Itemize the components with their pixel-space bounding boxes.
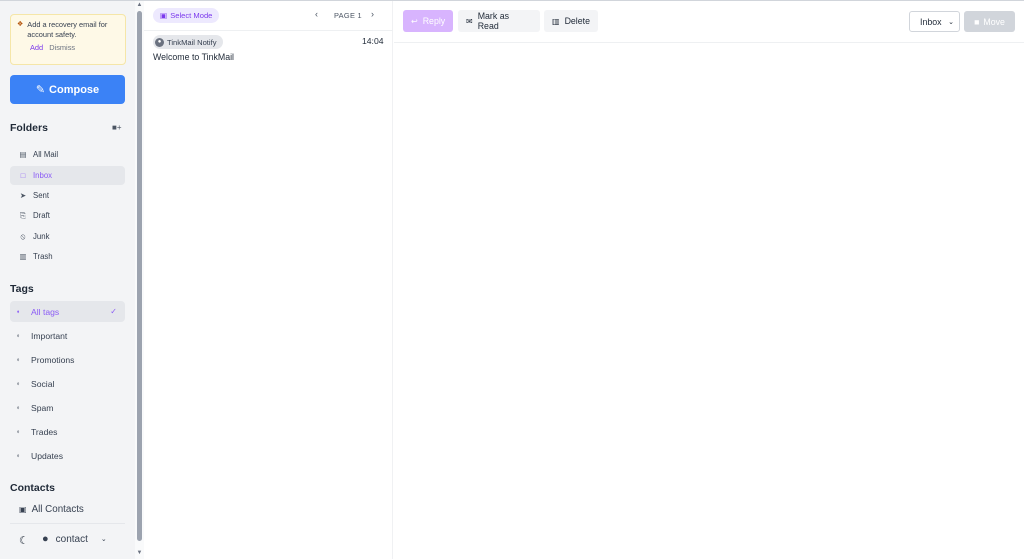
tag-label: Trades (31, 426, 58, 437)
tag-icon: ⬫ (17, 378, 20, 388)
compose-label: Compose (49, 83, 100, 96)
tag-updates[interactable]: ⬫ Updates (10, 445, 125, 466)
folder-plus-icon[interactable]: ■+ (112, 123, 122, 132)
move-button[interactable]: ■ Move (964, 11, 1015, 32)
tags-icon: ⬪ (17, 306, 20, 316)
compose-button[interactable]: ✎ Compose (10, 75, 125, 104)
tag-icon: ⬫ (17, 426, 20, 436)
scroll-up-arrow-icon[interactable]: ▲ (136, 2, 143, 8)
tag-promotions[interactable]: ⬫ Promotions (10, 349, 125, 370)
shield-icon: ❖ (17, 21, 24, 28)
user-menu-button[interactable]: ● contact ⌄ (42, 533, 107, 545)
tag-icon: ⬫ (17, 354, 20, 364)
tags-heading: Tags (10, 283, 34, 295)
message-subject: Welcome to TinkMail (153, 52, 234, 62)
tag-icon: ⬫ (17, 450, 20, 460)
reply-label: Reply (422, 16, 446, 26)
trash-icon: ▥ (552, 16, 560, 26)
draft-icon: ⎘ (20, 210, 26, 220)
folder-label: Inbox (33, 171, 53, 180)
check-icon: ✓ (110, 307, 117, 316)
envelope-open-icon: ✉ (466, 16, 473, 26)
mail-app: ❖ Add a recovery email for account safet… (0, 0, 1024, 559)
tag-trades[interactable]: ⬫ Trades (10, 421, 125, 442)
tag-label: Promotions (31, 354, 75, 365)
reply-arrow-icon: ↩ (411, 16, 418, 26)
user-label: contact (55, 533, 88, 545)
sender-avatar-icon: ● (155, 37, 164, 47)
tag-icon: ⬫ (17, 402, 20, 412)
folder-junk[interactable]: ⦸ Junk (10, 227, 125, 246)
user-avatar-icon: ● (42, 533, 49, 545)
sidebar: ❖ Add a recovery email for account safet… (0, 1, 135, 559)
send-icon: ➤ (19, 191, 27, 200)
all-contacts-label: All Contacts (31, 504, 84, 515)
folder-inbox[interactable]: □ Inbox (10, 166, 125, 185)
delete-button[interactable]: ▥ Delete (544, 10, 598, 32)
tag-spam[interactable]: ⬫ Spam (10, 397, 125, 418)
chevron-down-icon: ⌄ (948, 18, 954, 26)
folder-label: Draft (33, 211, 50, 220)
message-time: 14:04 (362, 36, 384, 46)
contacts-heading: Contacts (10, 482, 55, 494)
select-mode-icon: ▣ (160, 11, 168, 20)
reading-pane: ↩ Reply ✉ Mark as Read ▥ Delete Inbox ⌄ … (394, 1, 1024, 559)
message-list: ▣ Select Mode ‹ PAGE 1 › ● TinkMail Noti… (144, 1, 393, 559)
sender-chip: ● TinkMail Notify (153, 35, 223, 49)
tag-all-tags[interactable]: ⬪ All tags ✓ (10, 301, 125, 322)
recovery-email-notice: ❖ Add a recovery email for account safet… (10, 14, 126, 65)
mark-read-label: Mark as Read (477, 11, 509, 31)
scroll-thumb[interactable] (137, 11, 142, 541)
select-mode-label: Select Mode (170, 11, 213, 20)
pencil-icon: ✎ (35, 84, 46, 96)
scroll-down-arrow-icon[interactable]: ▼ (136, 550, 143, 556)
notice-text: Add a recovery email for account safety. (27, 20, 108, 39)
chevron-right-icon[interactable]: › (371, 9, 374, 19)
mark-as-read-button[interactable]: ✉ Mark as Read (458, 10, 540, 32)
folder-label: All Mail (33, 150, 59, 159)
moon-icon[interactable]: ☾ (19, 534, 29, 547)
folder-label: Junk (33, 232, 50, 241)
move-target-folder-select[interactable]: Inbox ⌄ (909, 11, 960, 32)
toolbar-divider (394, 42, 1024, 43)
reply-button[interactable]: ↩ Reply (403, 10, 453, 32)
folder-move-icon: ■ (974, 16, 980, 27)
tag-label: Social (31, 378, 55, 389)
folder-sent[interactable]: ➤ Sent (10, 186, 125, 205)
delete-label: Delete (564, 16, 590, 26)
trash-icon: ▥ (19, 252, 27, 261)
folder-all-mail[interactable]: ▤ All Mail (10, 145, 125, 164)
folders-heading: Folders (10, 122, 48, 134)
inbox-icon: □ (20, 171, 26, 180)
folder-select-value: Inbox (920, 16, 942, 27)
move-label: Move (983, 16, 1005, 27)
tag-label: Updates (31, 450, 64, 461)
chevron-down-icon: ⌄ (100, 536, 107, 543)
chevron-left-icon[interactable]: ‹ (315, 9, 318, 19)
folder-trash[interactable]: ▥ Trash (10, 247, 125, 266)
tag-label: All tags (31, 306, 60, 317)
dismiss-notice-link[interactable]: Dismiss (49, 43, 75, 52)
select-mode-button[interactable]: ▣ Select Mode (153, 8, 220, 23)
tag-important[interactable]: ⬫ Important (10, 325, 125, 346)
all-contacts-item[interactable]: ▣ All Contacts (10, 501, 125, 518)
tag-label: Important (31, 330, 68, 341)
sidebar-footer-divider (10, 523, 125, 524)
sidebar-scrollbar[interactable]: ▲ ▼ (135, 1, 144, 559)
tag-icon: ⬫ (17, 330, 20, 340)
tag-social[interactable]: ⬫ Social (10, 373, 125, 394)
add-recovery-email-link[interactable]: Add (30, 43, 43, 52)
junk-icon: ⦸ (20, 231, 26, 241)
message-row[interactable]: ● TinkMail Notify 14:04 Welcome to TinkM… (144, 32, 393, 68)
contacts-book-icon: ▣ (19, 505, 27, 514)
list-divider (144, 30, 393, 31)
sender-name: TinkMail Notify (167, 37, 217, 47)
page-indicator: PAGE 1 (334, 11, 362, 20)
folder-draft[interactable]: ⎘ Draft (10, 206, 125, 225)
folder-label: Trash (33, 252, 53, 261)
folder-label: Sent (33, 191, 50, 200)
tag-label: Spam (31, 402, 54, 413)
mail-stack-icon: ▤ (19, 150, 27, 159)
